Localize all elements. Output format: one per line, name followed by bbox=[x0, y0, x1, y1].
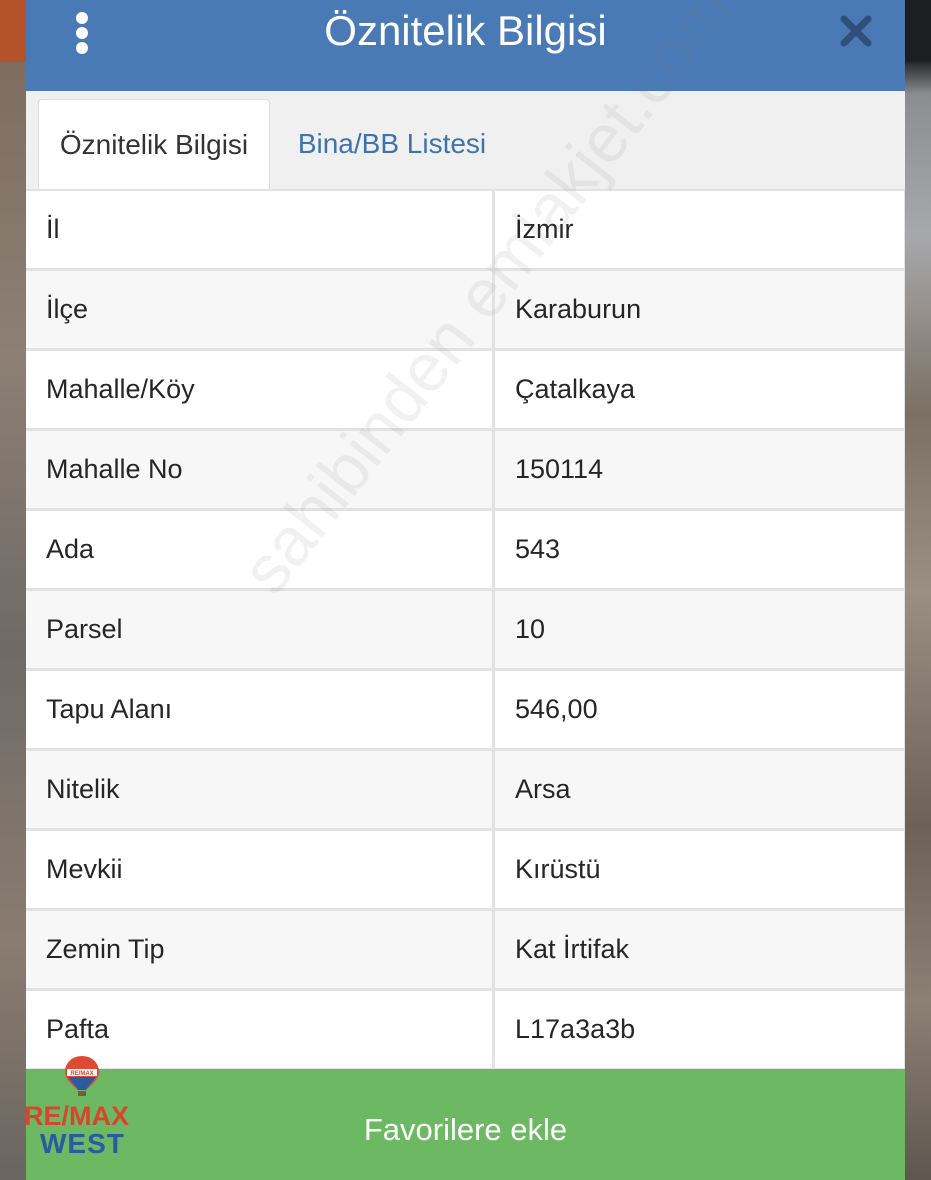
attribute-label: Parsel bbox=[26, 591, 492, 668]
attribute-label: Mahalle No bbox=[26, 431, 492, 508]
dialog-header: Öznitelik Bilgisi bbox=[26, 0, 905, 91]
tab-building-list[interactable]: Bina/BB Listesi bbox=[282, 99, 502, 189]
attribute-label: Mevkii bbox=[26, 831, 492, 908]
tab-bar: Öznitelik Bilgisi Bina/BB Listesi bbox=[26, 91, 905, 189]
tab-attribute-info[interactable]: Öznitelik Bilgisi bbox=[38, 99, 270, 189]
balloon-text: RE/MAX bbox=[70, 1071, 93, 1077]
map-background-right-top bbox=[905, 0, 931, 62]
map-background-left-top bbox=[0, 0, 26, 62]
table-row: Parsel 10 bbox=[26, 591, 905, 668]
attribute-value: İzmir bbox=[495, 191, 904, 268]
attribute-table: İl İzmir İlçe Karaburun Mahalle/Köy Çata… bbox=[26, 189, 905, 1071]
attribute-label: İl bbox=[26, 191, 492, 268]
attribute-info-dialog: Öznitelik Bilgisi Öznitelik Bilgisi Bina… bbox=[26, 0, 905, 1180]
table-row: Zemin Tip Kat İrtifak bbox=[26, 911, 905, 988]
add-to-favorites-button[interactable]: Favorilere ekle bbox=[26, 1069, 905, 1180]
attribute-label: Ada bbox=[26, 511, 492, 588]
attribute-label: İlçe bbox=[26, 271, 492, 348]
map-background-right bbox=[905, 0, 931, 1180]
attribute-value: 150114 bbox=[495, 431, 904, 508]
table-row: Mahalle No 150114 bbox=[26, 431, 905, 508]
table-row: Tapu Alanı 546,00 bbox=[26, 671, 905, 748]
attribute-value: Karaburun bbox=[495, 271, 904, 348]
attribute-value: 543 bbox=[495, 511, 904, 588]
attribute-value: Arsa bbox=[495, 751, 904, 828]
attribute-label: Mahalle/Köy bbox=[26, 351, 492, 428]
table-row: Nitelik Arsa bbox=[26, 751, 905, 828]
logo-office-text: WEST bbox=[40, 1128, 125, 1159]
attribute-label: Tapu Alanı bbox=[26, 671, 492, 748]
attribute-value: 10 bbox=[495, 591, 904, 668]
attribute-value: Kat İrtifak bbox=[495, 911, 904, 988]
table-row: Mahalle/Köy Çatalkaya bbox=[26, 351, 905, 428]
attribute-value: L17a3a3b bbox=[495, 991, 904, 1068]
table-row: İl İzmir bbox=[26, 191, 905, 268]
attribute-label: Nitelik bbox=[26, 751, 492, 828]
table-row: Pafta L17a3a3b bbox=[26, 991, 905, 1068]
table-row: Ada 543 bbox=[26, 511, 905, 588]
table-row: Mevkii Kırüstü bbox=[26, 831, 905, 908]
table-row: İlçe Karaburun bbox=[26, 271, 905, 348]
attribute-value: Çatalkaya bbox=[495, 351, 904, 428]
close-icon[interactable] bbox=[839, 14, 873, 48]
attribute-label: Zemin Tip bbox=[26, 911, 492, 988]
attribute-value: Kırüstü bbox=[495, 831, 904, 908]
map-background-left bbox=[0, 0, 26, 1180]
dialog-title: Öznitelik Bilgisi bbox=[324, 7, 607, 54]
remax-west-logo: RE/MAX RE/MAX WEST bbox=[26, 1055, 146, 1165]
logo-brand-text: RE/MAX bbox=[26, 1101, 130, 1131]
attribute-value: 546,00 bbox=[495, 671, 904, 748]
hot-air-balloon-icon: RE/MAX bbox=[65, 1056, 99, 1096]
